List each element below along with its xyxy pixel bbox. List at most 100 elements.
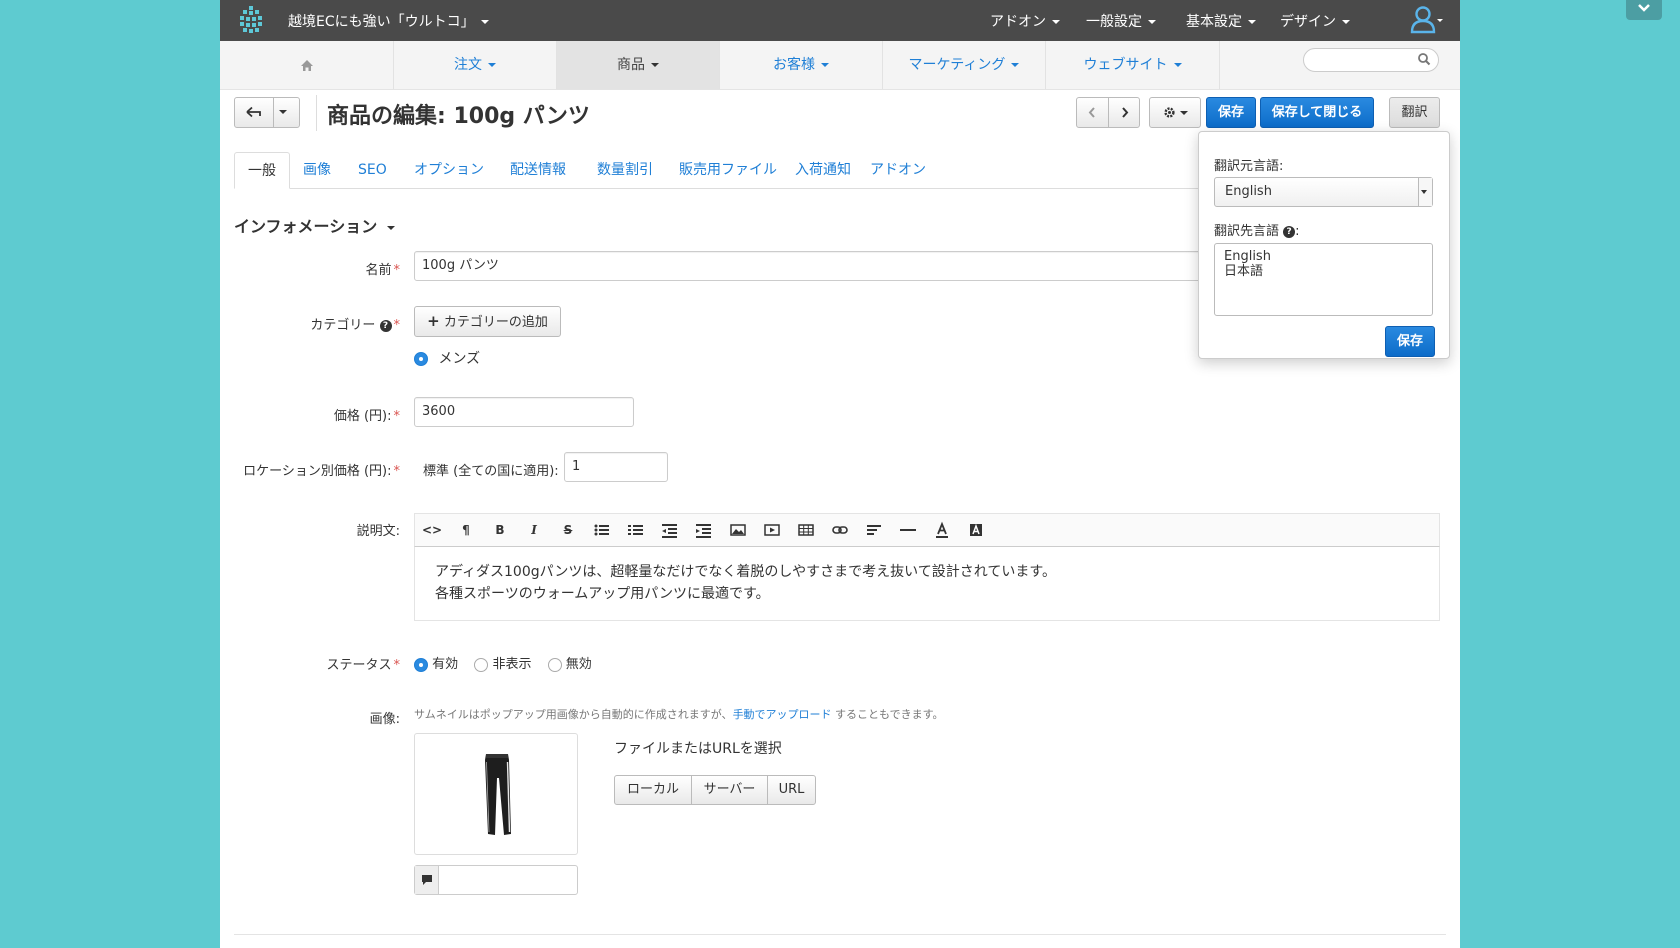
store-switcher[interactable]: 越境ECにも強い「ウルトコ」 — [288, 11, 489, 31]
section-toggle[interactable]: インフォメーション — [234, 213, 396, 237]
status-option-hidden[interactable]: 非表示 — [474, 657, 531, 672]
help-icon[interactable]: ? — [379, 319, 392, 332]
tab-stock-notice[interactable]: 入荷通知 — [795, 152, 851, 189]
bold-icon[interactable]: B — [490, 521, 510, 539]
horizontal-rule-icon[interactable] — [898, 521, 918, 539]
topmenu-addons[interactable]: アドオン — [990, 11, 1060, 31]
code-view-icon[interactable]: <> — [422, 521, 442, 539]
paragraph-icon[interactable]: ¶ — [456, 521, 476, 539]
tab-quantity-discounts[interactable]: 数量割引 — [597, 152, 653, 189]
nav-tab-marketing[interactable]: マーケティング — [883, 41, 1046, 89]
save-button[interactable]: 保存 — [1206, 97, 1256, 128]
location-price-input[interactable]: 1 — [564, 452, 668, 482]
image-alt-input[interactable] — [414, 865, 578, 895]
manual-upload-link[interactable]: 手動でアップロード — [733, 708, 832, 721]
divider — [316, 95, 317, 131]
topmenu-label: 基本設定 — [1186, 14, 1242, 30]
indent-icon[interactable] — [694, 521, 714, 539]
tab-options[interactable]: オプション — [414, 152, 484, 189]
font-color-icon[interactable] — [932, 521, 952, 539]
caret-down-icon — [480, 20, 489, 24]
topmenu-basic-settings[interactable]: 基本設定 — [1186, 11, 1256, 31]
outdent-icon[interactable] — [660, 521, 680, 539]
topmenu-design[interactable]: デザイン — [1280, 11, 1350, 31]
tab-files[interactable]: 販売用ファイル — [679, 152, 777, 189]
help-icon[interactable]: ? — [1283, 225, 1296, 238]
nav-tab-products[interactable]: 商品 — [557, 41, 720, 89]
image-icon[interactable] — [728, 521, 748, 539]
nav-tab-customers[interactable]: お客様 — [720, 41, 883, 89]
price-input[interactable]: 3600 — [414, 397, 634, 427]
italic-icon[interactable]: I — [524, 521, 544, 539]
topmenu-label: デザイン — [1280, 14, 1336, 30]
status-radio[interactable] — [414, 657, 428, 672]
status-radio[interactable] — [474, 657, 489, 672]
nav-home[interactable] — [220, 41, 394, 89]
description-line: アディダス100gパンツは、超軽量なだけでなく着脱のしやすさまで考え抜いて設計さ… — [435, 564, 1056, 580]
source-language-select[interactable]: English — [1214, 177, 1433, 207]
label-text: 価格 (円): — [333, 409, 392, 424]
language-option[interactable]: 日本語 — [1224, 264, 1423, 279]
search-icon[interactable] — [1417, 52, 1431, 66]
settings-dropdown-button[interactable] — [1149, 97, 1201, 128]
align-icon[interactable] — [864, 521, 884, 539]
background-color-icon[interactable] — [966, 521, 986, 539]
select-arrow — [1418, 178, 1432, 206]
caret-down-icon[interactable] — [279, 110, 287, 114]
target-language-list[interactable]: English 日本語 — [1214, 243, 1433, 316]
local-file-button[interactable]: ローカル — [615, 776, 692, 804]
tab-seo[interactable]: SEO — [358, 152, 387, 189]
video-icon[interactable] — [762, 521, 782, 539]
image-label: 画像: — [369, 712, 400, 727]
chevron-left-icon[interactable] — [1077, 98, 1108, 127]
main-nav: 注文 商品 お客様 マーケティング ウェブサイト — [220, 41, 1460, 90]
translate-button[interactable]: 翻訳 — [1389, 97, 1440, 128]
label-text: ステータス — [326, 658, 392, 673]
status-radio[interactable] — [547, 657, 562, 672]
numbered-list-icon[interactable] — [626, 521, 646, 539]
description-label: 説明文: — [356, 524, 400, 539]
topmenu-general-settings[interactable]: 一般設定 — [1086, 11, 1156, 31]
chevron-right-icon[interactable] — [1109, 98, 1140, 127]
label-text: 名前 — [365, 263, 392, 278]
category-radio[interactable] — [414, 352, 428, 366]
user-icon — [1410, 6, 1443, 34]
description-editor[interactable]: アディダス100gパンツは、超軽量なだけでなく着脱のしやすさまで考え抜いて設計さ… — [414, 547, 1440, 621]
plus-icon: + — [427, 312, 440, 330]
selected-language: English — [1225, 184, 1272, 199]
save-and-close-button[interactable]: 保存して閉じる — [1260, 97, 1374, 128]
nav-tab-website[interactable]: ウェブサイト — [1046, 41, 1220, 89]
bullet-list-icon[interactable] — [592, 521, 612, 539]
product-thumbnail[interactable] — [414, 733, 578, 855]
tab-images[interactable]: 画像 — [303, 152, 331, 189]
table-icon[interactable] — [796, 521, 816, 539]
link-icon[interactable] — [830, 521, 850, 539]
translate-save-button[interactable]: 保存 — [1385, 326, 1435, 357]
tab-general[interactable]: 一般 — [234, 152, 290, 189]
add-category-button[interactable]: + カテゴリーの追加 — [414, 306, 561, 337]
caret-down-icon — [1421, 190, 1427, 194]
section-title: インフォメーション — [234, 217, 378, 236]
store-logo-icon[interactable] — [238, 5, 264, 35]
hint-text: することもできます。 — [831, 708, 944, 721]
tab-shipping[interactable]: 配送情報 — [510, 152, 566, 189]
caret-down-icon — [1342, 20, 1350, 24]
back-button-group[interactable] — [234, 97, 300, 128]
strikethrough-icon[interactable]: S — [558, 521, 578, 539]
nav-tab-label: ウェブサイト — [1083, 57, 1168, 73]
tab-addons[interactable]: アドオン — [870, 152, 926, 189]
status-options: 有効 非表示 無効 — [414, 653, 592, 672]
status-option-disabled[interactable]: 無効 — [547, 657, 592, 672]
back-arrow-icon[interactable] — [235, 98, 273, 127]
language-option[interactable]: English — [1224, 249, 1423, 264]
nav-tab-orders[interactable]: 注文 — [394, 41, 557, 89]
nav-search-input[interactable] — [1303, 48, 1439, 72]
server-file-button[interactable]: サーバー — [692, 776, 768, 804]
user-menu[interactable] — [1410, 4, 1443, 34]
category-item[interactable]: メンズ — [414, 348, 480, 368]
admin-panel: 越境ECにも強い「ウルトコ」 アドオン 一般設定 基本設定 デザイン 注文 商品… — [220, 0, 1460, 948]
collapse-chevron-button[interactable] — [1626, 0, 1662, 20]
url-file-button[interactable]: URL — [768, 776, 815, 804]
page-title: 商品の編集: 100g パンツ — [327, 104, 590, 129]
status-option-active[interactable]: 有効 — [414, 657, 458, 672]
